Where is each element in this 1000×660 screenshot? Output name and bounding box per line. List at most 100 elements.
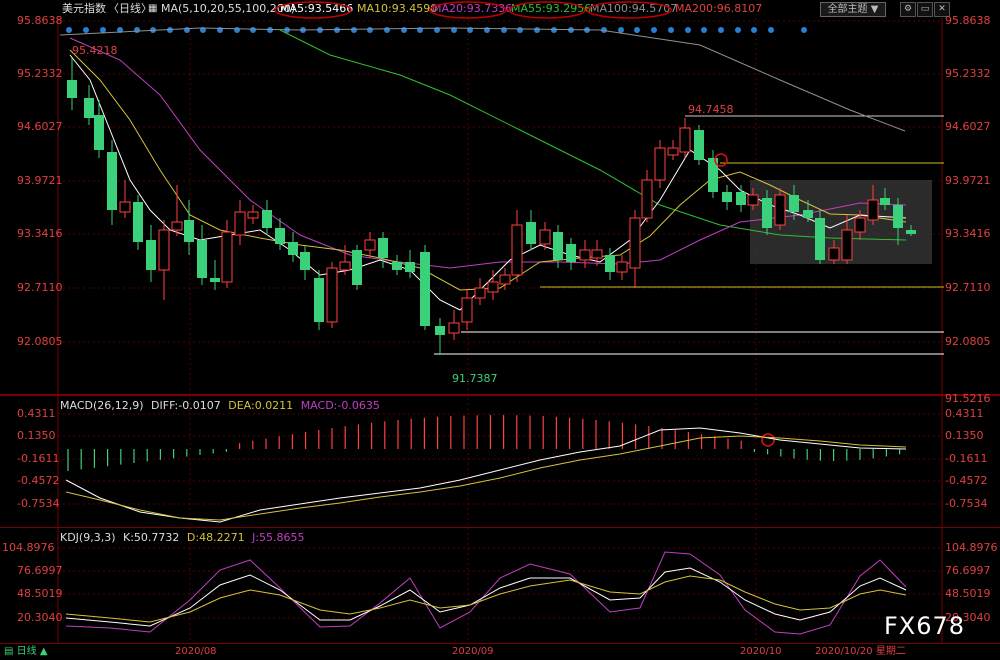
time-label-sep: 2020/09 <box>452 646 494 657</box>
candle <box>119 201 131 213</box>
candle <box>526 222 536 244</box>
candle <box>629 217 641 269</box>
candle <box>579 249 591 261</box>
time-label-aug: 2020/08 <box>175 646 217 657</box>
candle <box>694 130 704 160</box>
macd-axis-right-3: -0.4572 <box>945 474 988 487</box>
candle <box>262 210 272 228</box>
macd-axis-left-0: 0.4311 <box>17 407 56 420</box>
candle <box>499 274 511 285</box>
price-axis-right-4: 93.3416 <box>945 227 991 240</box>
candle <box>539 229 551 245</box>
macd-axis-left-1: 0.1350 <box>17 429 56 442</box>
kdj-axis-left-3: 20.3040 <box>17 611 63 624</box>
candle <box>841 229 853 261</box>
candle <box>392 262 402 270</box>
candle <box>435 326 445 335</box>
price-axis-left-3: 93.9721 <box>17 174 63 187</box>
macd-axis-right-0: 0.4311 <box>945 407 984 420</box>
macd-axis-right-1: 0.1350 <box>945 429 984 442</box>
candle <box>184 220 194 242</box>
candle <box>171 221 183 231</box>
candle <box>828 247 840 261</box>
panel-separator <box>0 394 1000 396</box>
macd-histogram <box>67 415 901 471</box>
candle <box>762 198 772 228</box>
fx678-watermark: FX678 <box>884 612 966 640</box>
kdj-d: D:48.2271 <box>186 531 245 544</box>
candle <box>146 240 156 270</box>
time-axis: ▤ 日线 ▲ 2020/08 2020/09 2020/10 2020/10/2… <box>0 643 1000 660</box>
candle <box>364 239 376 251</box>
candle <box>867 199 879 221</box>
candle <box>378 238 388 258</box>
price-axis-left-0: 95.8638 <box>17 14 63 27</box>
candle <box>880 198 890 205</box>
price-axis-right-1: 95.2332 <box>945 67 991 80</box>
candle <box>210 278 220 282</box>
candle <box>893 205 903 228</box>
candle <box>474 287 486 299</box>
macd-value: MACD:-0.0635 <box>300 399 380 412</box>
kdj-axis-left-0: 104.8976 <box>2 541 55 554</box>
kdj-title: KDJ(9,3,3) <box>60 531 116 544</box>
peak-annotation: 94.7458 <box>688 103 734 116</box>
candle <box>247 211 259 219</box>
candle <box>605 255 615 272</box>
kdj-header: KDJ(9,3,3) K:50.7732 D:48.2271 J:55.8655 <box>60 531 309 545</box>
candle <box>234 211 246 236</box>
kdj-axis-right-0: 104.8976 <box>945 541 998 554</box>
candle <box>339 261 351 271</box>
candle <box>107 152 117 210</box>
candle <box>803 210 813 218</box>
macd-axis-right-2: -0.1611 <box>945 452 988 465</box>
candle <box>420 252 430 326</box>
macd-title: MACD(26,12,9) <box>60 399 144 412</box>
price-axis-right-0: 95.8638 <box>945 14 991 27</box>
candle <box>94 115 104 150</box>
candle <box>789 195 799 212</box>
candle <box>736 192 746 205</box>
candle <box>84 98 94 118</box>
macd-header: MACD(26,12,9) DIFF:-0.0107 DEA:0.0211 MA… <box>60 399 384 413</box>
panel-separator-2 <box>0 527 1000 528</box>
macd-axis-left-4: -0.7534 <box>17 497 60 510</box>
price-axis-right-2: 94.6027 <box>945 120 991 133</box>
high-annotation: 95.4218 <box>72 44 118 57</box>
price-axis-left-6: 92.0805 <box>17 335 63 348</box>
candle <box>854 217 866 233</box>
low-annotation: 91.7387 <box>452 372 498 385</box>
kdj-axis-left-1: 76.6997 <box>17 564 63 577</box>
candle <box>352 250 362 285</box>
macd-diff: DIFF:-0.0107 <box>151 399 221 412</box>
candle <box>641 179 653 219</box>
candle <box>461 297 473 323</box>
chart-window: 美元指数 〈日线〉 ▦ MA(5,10,20,55,100,200) MA5:9… <box>0 0 1000 660</box>
candle <box>221 231 233 283</box>
macd-axis-left-3: -0.4572 <box>17 474 60 487</box>
macd-dea: DEA:0.0211 <box>228 399 294 412</box>
candle <box>448 322 460 334</box>
candle <box>667 147 679 156</box>
price-axis-left-1: 95.2332 <box>17 67 63 80</box>
candle <box>815 218 825 260</box>
period-tab[interactable]: ▤ 日线 ▲ <box>4 644 48 659</box>
kdj-axis-right-2: 48.5019 <box>945 587 991 600</box>
candle <box>553 232 563 260</box>
chart-canvas <box>57 1 944 643</box>
candle <box>487 281 499 293</box>
price-axis-right-6: 92.0805 <box>945 335 991 348</box>
kdj-k: K:50.7732 <box>123 531 180 544</box>
candle <box>906 230 916 234</box>
candle <box>591 249 603 259</box>
candle <box>133 202 143 242</box>
candle <box>275 228 285 244</box>
candle <box>679 127 691 153</box>
candle <box>288 242 298 255</box>
kdj-axis-right-1: 76.6997 <box>945 564 991 577</box>
candle <box>722 192 732 202</box>
candle <box>616 261 628 273</box>
candle <box>67 80 77 98</box>
candle <box>511 224 523 276</box>
kdj-j: J:55.8655 <box>252 531 305 544</box>
